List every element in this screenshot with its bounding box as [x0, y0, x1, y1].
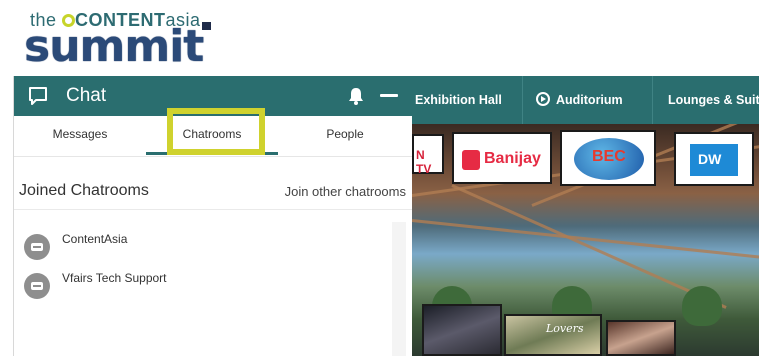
sponsor-ntv-logo[interactable]: N TV [412, 134, 444, 176]
tab-messages[interactable]: Messages [14, 116, 146, 156]
nav-auditorium[interactable]: Auditorium [536, 76, 623, 124]
contentasia-summit-logo: the CONTENTasia summit [24, 8, 224, 72]
show-poster[interactable] [422, 304, 502, 356]
show-poster[interactable]: Lovers [504, 314, 602, 356]
chatrooms-highlight-box [167, 108, 265, 155]
sponsor-banijay-logo[interactable]: Banijay [452, 132, 552, 184]
chatroom-icon [24, 273, 50, 299]
joined-chatrooms-heading: Joined Chatrooms [19, 182, 149, 199]
show-poster[interactable] [606, 320, 676, 356]
nav-auditorium-label: Auditorium [556, 93, 623, 107]
nav-exhibition-hall[interactable]: Exhibition Hall [415, 76, 502, 124]
nav-divider [652, 76, 653, 124]
sponsor-ntv-text: N TV [416, 148, 432, 176]
nav-lounges[interactable]: Lounges & Suit [668, 76, 759, 124]
join-other-chatrooms-link[interactable]: Join other chatrooms [285, 184, 406, 199]
sponsor-bec-logo[interactable]: BEC [560, 130, 656, 186]
chat-title: Chat [66, 85, 107, 106]
sponsor-banijay-text: Banijay [484, 150, 541, 167]
chatroom-name: ContentAsia [62, 232, 128, 246]
roof-beam [451, 184, 727, 309]
play-circle-icon [536, 92, 550, 106]
nav-divider [522, 76, 523, 124]
banijay-b-icon [462, 150, 480, 170]
minimize-icon[interactable] [380, 94, 398, 97]
roof-beam [412, 219, 759, 260]
chat-scrollbar[interactable] [392, 222, 406, 356]
palm-tree [682, 286, 722, 326]
chat-panel: Chat Messages Chatrooms People Joined Ch… [14, 76, 413, 356]
sponsor-dw-logo[interactable]: DW [674, 132, 754, 186]
logo-main-text: summit [24, 21, 204, 72]
chatroom-name: Vfairs Tech Support [62, 271, 167, 285]
sponsor-bec-text: BEC [592, 148, 626, 165]
poster-title: Lovers [546, 322, 584, 335]
section-divider [14, 209, 412, 210]
logo-square-icon [202, 22, 211, 30]
tab-people[interactable]: People [278, 116, 412, 156]
bell-icon[interactable] [346, 86, 366, 106]
chatroom-icon [24, 234, 50, 260]
sponsor-dw-text: DW [698, 151, 722, 167]
virtual-venue-scene[interactable]: N TV Banijay BEC DW Lovers [412, 124, 759, 356]
chat-bubble-icon [29, 87, 47, 105]
top-nav: Exhibition Hall Auditorium Lounges & Sui… [412, 76, 759, 124]
